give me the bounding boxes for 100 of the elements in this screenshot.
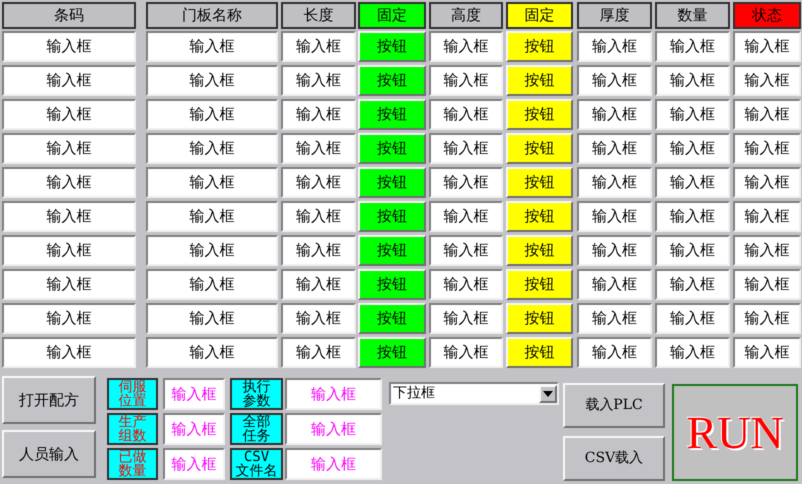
input-field[interactable]: 输入框 [577,201,652,232]
table-button[interactable]: 按钮 [506,235,573,266]
input-field[interactable]: 输入框 [733,31,801,62]
param-label: 伺服 位置 [107,378,158,410]
input-field[interactable]: 输入框 [429,235,503,266]
table-button[interactable]: 按钮 [506,337,573,368]
dropdown[interactable]: 下拉框 [389,382,559,405]
input-field[interactable]: 输入框 [2,65,136,96]
column-header: 高度 [429,2,503,29]
input-field[interactable]: 输入框 [577,167,652,198]
input-field[interactable]: 输入框 [2,167,136,198]
input-field[interactable]: 输入框 [655,31,730,62]
side-button[interactable]: 人员输入 [2,430,96,478]
input-field[interactable]: 输入框 [2,269,136,300]
input-field[interactable]: 输入框 [146,167,278,198]
table-button[interactable]: 按钮 [506,269,573,300]
table-button[interactable]: 按钮 [506,133,573,164]
table-button[interactable]: 按钮 [506,201,573,232]
load-button[interactable]: CSV载入 [563,436,665,481]
input-field[interactable]: 输入框 [146,303,278,334]
input-field[interactable]: 输入框 [2,99,136,130]
input-field[interactable]: 输入框 [429,99,503,130]
input-field[interactable]: 输入框 [655,167,730,198]
input-field[interactable]: 输入框 [146,269,278,300]
input-field[interactable]: 输入框 [733,167,801,198]
input-field[interactable]: 输入框 [577,133,652,164]
input-field[interactable]: 输入框 [429,269,503,300]
table-button[interactable]: 按钮 [358,31,426,62]
input-field[interactable]: 输入框 [429,303,503,334]
input-field[interactable]: 输入框 [429,133,503,164]
input-field[interactable]: 输入框 [2,337,136,368]
input-field[interactable]: 输入框 [733,235,801,266]
input-field[interactable]: 输入框 [281,337,356,368]
input-field[interactable]: 输入框 [429,167,503,198]
input-field[interactable]: 输入框 [281,303,356,334]
input-field[interactable]: 输入框 [281,201,356,232]
input-field[interactable]: 输入框 [733,337,801,368]
table-button[interactable]: 按钮 [506,303,573,334]
input-field[interactable]: 输入框 [655,133,730,164]
input-field[interactable]: 输入框 [146,65,278,96]
input-field[interactable]: 输入框 [281,235,356,266]
input-field[interactable]: 输入框 [146,31,278,62]
input-field[interactable]: 输入框 [2,31,136,62]
table-button[interactable]: 按钮 [358,65,426,96]
input-field[interactable]: 输入框 [429,201,503,232]
table-button[interactable]: 按钮 [358,167,426,198]
input-field[interactable]: 输入框 [577,235,652,266]
input-field[interactable]: 输入框 [577,65,652,96]
input-field[interactable]: 输入框 [655,201,730,232]
input-field[interactable]: 输入框 [146,133,278,164]
input-field[interactable]: 输入框 [577,99,652,130]
table-button[interactable]: 按钮 [358,303,426,334]
input-field[interactable]: 输入框 [655,269,730,300]
table-button[interactable]: 按钮 [358,337,426,368]
load-button[interactable]: 载入PLC [563,383,665,428]
table-button[interactable]: 按钮 [506,99,573,130]
input-field[interactable]: 输入框 [281,269,356,300]
input-field[interactable]: 输入框 [733,201,801,232]
input-field[interactable]: 输入框 [733,133,801,164]
input-field[interactable]: 输入框 [429,65,503,96]
table-button[interactable]: 按钮 [358,235,426,266]
side-button[interactable]: 打开配方 [2,376,96,424]
input-field[interactable]: 输入框 [577,337,652,368]
input-field[interactable]: 输入框 [655,65,730,96]
input-field[interactable]: 输入框 [655,235,730,266]
table-button[interactable]: 按钮 [506,65,573,96]
table-button[interactable]: 按钮 [506,167,573,198]
input-field[interactable]: 输入框 [577,31,652,62]
input-field[interactable]: 输入框 [281,167,356,198]
input-field[interactable]: 输入框 [281,133,356,164]
input-field[interactable]: 输入框 [577,303,652,334]
input-field[interactable]: 输入框 [146,337,278,368]
input-field[interactable]: 输入框 [2,235,136,266]
input-field[interactable]: 输入框 [146,99,278,130]
input-field[interactable]: 输入框 [733,269,801,300]
input-field[interactable]: 输入框 [281,65,356,96]
input-field[interactable]: 输入框 [281,31,356,62]
input-field[interactable]: 输入框 [2,133,136,164]
table-button[interactable]: 按钮 [358,269,426,300]
input-field[interactable]: 输入框 [146,235,278,266]
input-field[interactable]: 输入框 [429,337,503,368]
input-field[interactable]: 输入框 [429,31,503,62]
input-field[interactable]: 输入框 [733,99,801,130]
param-label: 生产 组数 [107,413,158,445]
input-field[interactable]: 输入框 [577,269,652,300]
table-button[interactable]: 按钮 [358,201,426,232]
table-button[interactable]: 按钮 [358,99,426,130]
input-field[interactable]: 输入框 [733,303,801,334]
input-field[interactable]: 输入框 [281,99,356,130]
input-field[interactable]: 输入框 [733,65,801,96]
param-label: 已做 数量 [107,448,158,480]
table-button[interactable]: 按钮 [358,133,426,164]
input-field[interactable]: 输入框 [655,337,730,368]
input-field[interactable]: 输入框 [2,303,136,334]
input-field[interactable]: 输入框 [655,303,730,334]
param-label: 执行 参数 [230,378,283,410]
input-field[interactable]: 输入框 [2,201,136,232]
table-button[interactable]: 按钮 [506,31,573,62]
input-field[interactable]: 输入框 [655,99,730,130]
input-field[interactable]: 输入框 [146,201,278,232]
